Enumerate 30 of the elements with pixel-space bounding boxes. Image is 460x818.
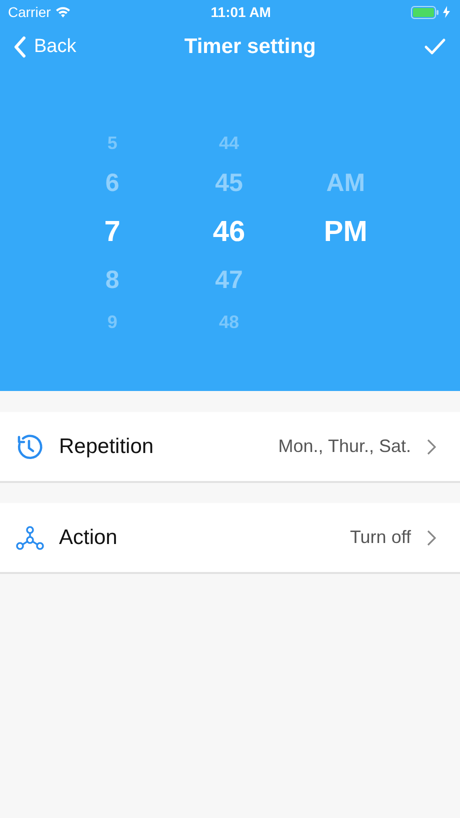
wifi-icon	[54, 6, 71, 18]
row-value: Turn off	[350, 526, 411, 549]
row-label: Action	[59, 524, 118, 551]
row-value: Mon., Thur., Sat.	[278, 435, 411, 458]
picker-option[interactable]: AM	[326, 171, 366, 196]
picker-option[interactable]: 6	[105, 171, 120, 196]
picker-option[interactable]: 9	[107, 312, 118, 330]
battery-icon	[411, 6, 439, 18]
charging-icon	[443, 6, 450, 18]
picker-option[interactable]: 7	[104, 218, 120, 246]
row-label: Repetition	[59, 434, 154, 460]
picker-option[interactable]: 48	[218, 312, 239, 330]
chevron-icon	[427, 530, 436, 546]
back-button[interactable]: Back	[14, 32, 76, 62]
status-time: 11:01 AM	[210, 2, 271, 22]
picker-option[interactable]: 44	[218, 134, 239, 152]
back-chevron-icon	[14, 36, 26, 58]
clock-icon	[16, 432, 44, 460]
picker-option[interactable]: 5	[107, 134, 118, 152]
picker-option[interactable]: 8	[105, 268, 120, 293]
settings-row[interactable]: Repetition Mon., Thur., Sat.	[0, 412, 460, 483]
settings-row[interactable]: Action Turn off	[0, 503, 460, 574]
picker-option[interactable]: PM	[324, 218, 368, 246]
screen-title: Timer setting	[184, 34, 316, 60]
carrier-label: Carrier	[8, 2, 51, 22]
chevron-icon	[427, 438, 436, 454]
picker-option[interactable]: 45	[215, 171, 243, 196]
picker-option[interactable]: 46	[212, 218, 246, 246]
picker-option[interactable]: 47	[215, 268, 243, 293]
network-icon	[16, 526, 44, 550]
